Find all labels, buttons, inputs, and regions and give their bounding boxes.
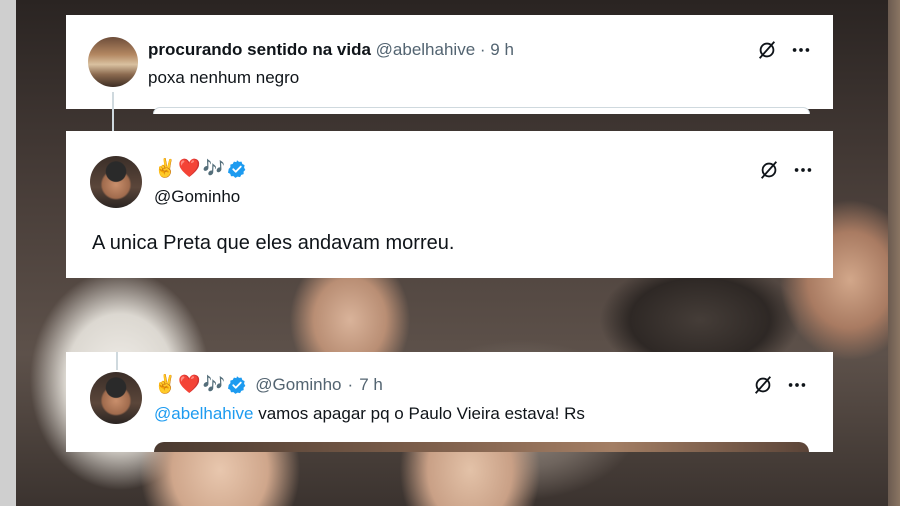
tweet-card-2[interactable]: ✌️ ❤️ 🎶 @Gominho A unica Preta que eles … [66, 131, 833, 278]
avatar[interactable] [88, 37, 138, 87]
timestamp[interactable]: 7 h [359, 375, 383, 395]
heart-emoji: ❤️ [178, 158, 201, 179]
thread-connector [112, 92, 114, 132]
user-handle[interactable]: @Gominho [154, 187, 240, 207]
display-name[interactable]: procurando sentido na vida [148, 40, 371, 59]
photo-left-border [0, 0, 16, 506]
thread-connector [116, 352, 118, 370]
grok-icon[interactable] [758, 159, 780, 181]
tweet-text: A unica Preta que eles andavam morreu. [92, 232, 455, 254]
quoted-tweet-frame [153, 107, 810, 114]
photo-right-border [888, 0, 900, 506]
avatar[interactable] [90, 372, 142, 424]
heart-emoji: ❤️ [178, 374, 201, 395]
tweet-card-3[interactable]: ✌️ ❤️ 🎶 @Gominho · 7 h @abelhahive vamos… [66, 352, 833, 452]
avatar[interactable] [90, 156, 142, 208]
tweet-media-image[interactable] [154, 442, 809, 452]
victory-hand-emoji: ✌️ [154, 158, 177, 179]
victory-hand-emoji: ✌️ [154, 374, 177, 395]
grok-icon[interactable] [756, 39, 778, 61]
separator: · [347, 375, 354, 394]
timestamp[interactable]: 9 h [490, 40, 514, 59]
verified-badge-icon [228, 376, 246, 394]
separator: · [479, 40, 486, 59]
more-icon[interactable] [792, 159, 814, 181]
tweet-text: @abelhahive vamos apagar pq o Paulo Viei… [154, 404, 585, 424]
verified-badge-icon [228, 160, 246, 178]
more-icon[interactable] [790, 39, 812, 61]
music-notes-emoji: 🎶 [202, 158, 226, 179]
user-handle[interactable]: @Gominho [255, 375, 341, 395]
music-notes-emoji: 🎶 [202, 374, 226, 395]
grok-icon[interactable] [752, 374, 774, 396]
tweet-card-1[interactable]: procurando sentido na vida @abelhahive ·… [66, 15, 833, 109]
display-name-emojis[interactable]: ✌️ ❤️ 🎶 [154, 159, 247, 179]
tweet-header: ✌️ ❤️ 🎶 @Gominho · 7 h [154, 375, 383, 395]
tweet-text-body: vamos apagar pq o Paulo Vieira estava! R… [253, 404, 585, 423]
user-handle[interactable]: @abelhahive [376, 40, 476, 59]
more-icon[interactable] [786, 374, 808, 396]
mention-link[interactable]: @abelhahive [154, 404, 254, 423]
tweet-header: procurando sentido na vida @abelhahive ·… [148, 40, 514, 60]
tweet-text: poxa nenhum negro [148, 68, 300, 87]
